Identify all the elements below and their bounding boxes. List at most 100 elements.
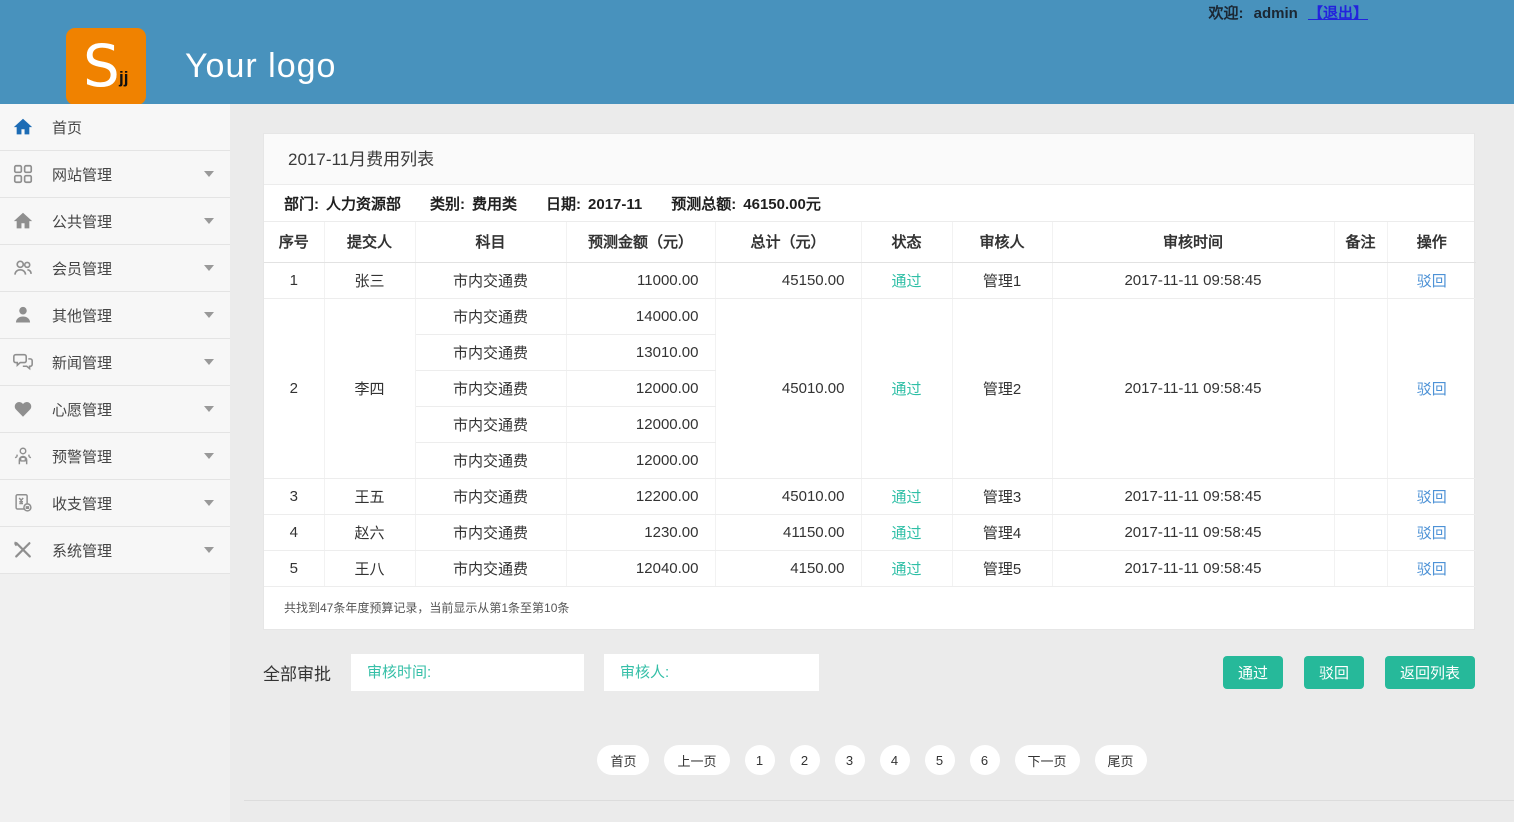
user-icon	[11, 303, 35, 327]
status-link[interactable]: 通过	[891, 561, 921, 578]
chat-bubbles-icon	[11, 350, 35, 374]
reject-link[interactable]: 驳回	[1417, 273, 1447, 290]
cell-submitter: 李四	[324, 298, 415, 478]
sidebar-item-wish-management[interactable]: 心愿管理	[0, 386, 230, 433]
cell-amount: 12000.00	[566, 370, 715, 406]
chevron-down-icon	[204, 218, 214, 224]
cell-submitter: 王八	[324, 550, 415, 586]
page-6-button[interactable]: 6	[970, 745, 1000, 775]
cell-subject: 市内交通费	[415, 514, 566, 550]
cell-reviewer: 管理5	[952, 550, 1052, 586]
sidebar-item-news-management[interactable]: 新闻管理	[0, 339, 230, 386]
sidebar-item-label: 公共管理	[52, 211, 112, 232]
reject-link[interactable]: 驳回	[1417, 381, 1447, 398]
cell-subject: 市内交通费	[415, 406, 566, 442]
reviewer-input[interactable]	[604, 654, 819, 691]
cell-submitter: 赵六	[324, 514, 415, 550]
cell-amount: 13010.00	[566, 334, 715, 370]
approval-buttons: 通过 驳回 返回列表	[1223, 656, 1475, 689]
sidebar-item-label: 新闻管理	[52, 352, 112, 373]
page-first-button[interactable]: 首页	[597, 745, 649, 775]
sidebar-item-home[interactable]: 首页	[0, 104, 230, 151]
top-header: 欢迎: admin 【退出】 S jj Your logo	[0, 0, 1514, 104]
heart-icon	[11, 397, 35, 421]
status-link[interactable]: 通过	[891, 525, 921, 542]
cell-reviewer: 管理2	[952, 298, 1052, 478]
col-header-amount: 预测金额（元）	[566, 222, 715, 262]
page-5-button[interactable]: 5	[925, 745, 955, 775]
cell-review-time: 2017-11-11 09:58:45	[1052, 550, 1334, 586]
sidebar-item-site-management[interactable]: 网站管理	[0, 151, 230, 198]
col-header-review-time: 审核时间	[1052, 222, 1334, 262]
chevron-down-icon	[204, 312, 214, 318]
table-row: 5 王八 市内交通费 12040.00 4150.00 通过 管理5 2017-…	[264, 550, 1476, 586]
sidebar-item-other-management[interactable]: 其他管理	[0, 292, 230, 339]
sidebar-item-member-management[interactable]: 会员管理	[0, 245, 230, 292]
page-next-button[interactable]: 下一页	[1015, 745, 1080, 775]
cell-subject: 市内交通费	[415, 262, 566, 298]
pagination: 首页 上一页 1 2 3 4 5 6 下一页 尾页	[230, 745, 1514, 775]
sidebar-item-alert-management[interactable]: 预警管理	[0, 433, 230, 480]
cell-amount: 12000.00	[566, 442, 715, 478]
cell-action: 驳回	[1387, 478, 1476, 514]
chevron-down-icon	[204, 500, 214, 506]
cell-total: 45010.00	[715, 298, 861, 478]
cell-subject: 市内交通费	[415, 442, 566, 478]
reject-link[interactable]: 驳回	[1417, 489, 1447, 506]
sidebar-item-finance-management[interactable]: 收支管理	[0, 480, 230, 527]
cell-note	[1334, 478, 1387, 514]
page-4-button[interactable]: 4	[880, 745, 910, 775]
sidebar-item-public-management[interactable]: 公共管理	[0, 198, 230, 245]
page-3-button[interactable]: 3	[835, 745, 865, 775]
page-1-button[interactable]: 1	[745, 745, 775, 775]
logo-text: Your logo	[185, 47, 336, 86]
reject-link[interactable]: 驳回	[1417, 561, 1447, 578]
col-header-seq: 序号	[264, 222, 324, 262]
reject-button[interactable]: 驳回	[1304, 656, 1364, 689]
grid-icon	[11, 162, 35, 186]
page-prev-button[interactable]: 上一页	[664, 745, 729, 775]
cell-seq: 5	[264, 550, 324, 586]
col-header-status: 状态	[861, 222, 952, 262]
cell-submitter: 张三	[324, 262, 415, 298]
sidebar-item-label: 首页	[52, 117, 82, 138]
cell-note	[1334, 550, 1387, 586]
cell-subject: 市内交通费	[415, 298, 566, 334]
sidebar-item-label: 会员管理	[52, 258, 112, 279]
meta-forecast-total: 预测总额:46150.00元	[671, 193, 821, 214]
chevron-down-icon	[204, 406, 214, 412]
cell-note	[1334, 514, 1387, 550]
tools-icon	[11, 538, 35, 562]
back-to-list-button[interactable]: 返回列表	[1385, 656, 1475, 689]
app-root: 欢迎: admin 【退出】 S jj Your logo 首页 网站管理	[0, 0, 1514, 822]
table-row: 1 张三 市内交通费 11000.00 45150.00 通过 管理1 2017…	[264, 262, 1476, 298]
status-link[interactable]: 通过	[891, 381, 921, 398]
sidebar-item-system-management[interactable]: 系统管理	[0, 527, 230, 574]
cell-seq: 4	[264, 514, 324, 550]
cell-amount: 1230.00	[566, 514, 715, 550]
logo-letter: S	[83, 28, 120, 105]
reject-link[interactable]: 驳回	[1417, 525, 1447, 542]
home-outline-icon	[11, 209, 35, 233]
cell-note	[1334, 262, 1387, 298]
main-content: 2017-11月费用列表 部门:人力资源部 类别:费用类 日期:2017-11 …	[230, 104, 1514, 822]
cell-subject: 市内交通费	[415, 478, 566, 514]
logo-sub-letters: jj	[119, 68, 128, 88]
approve-button[interactable]: 通过	[1223, 656, 1283, 689]
meta-department: 部门:人力资源部	[284, 193, 401, 214]
page-last-button[interactable]: 尾页	[1095, 745, 1147, 775]
logout-link[interactable]: 【退出】	[1308, 5, 1368, 22]
review-time-input[interactable]	[351, 654, 584, 691]
cell-amount: 12000.00	[566, 406, 715, 442]
cell-review-time: 2017-11-11 09:58:45	[1052, 514, 1334, 550]
status-link[interactable]: 通过	[891, 273, 921, 290]
cell-total: 45150.00	[715, 262, 861, 298]
cell-reviewer: 管理3	[952, 478, 1052, 514]
meta-category: 类别:费用类	[430, 193, 517, 214]
cell-review-time: 2017-11-11 09:58:45	[1052, 478, 1334, 514]
status-link[interactable]: 通过	[891, 489, 921, 506]
page-2-button[interactable]: 2	[790, 745, 820, 775]
cell-subject: 市内交通费	[415, 370, 566, 406]
chevron-down-icon	[204, 265, 214, 271]
footer-divider	[244, 800, 1514, 801]
